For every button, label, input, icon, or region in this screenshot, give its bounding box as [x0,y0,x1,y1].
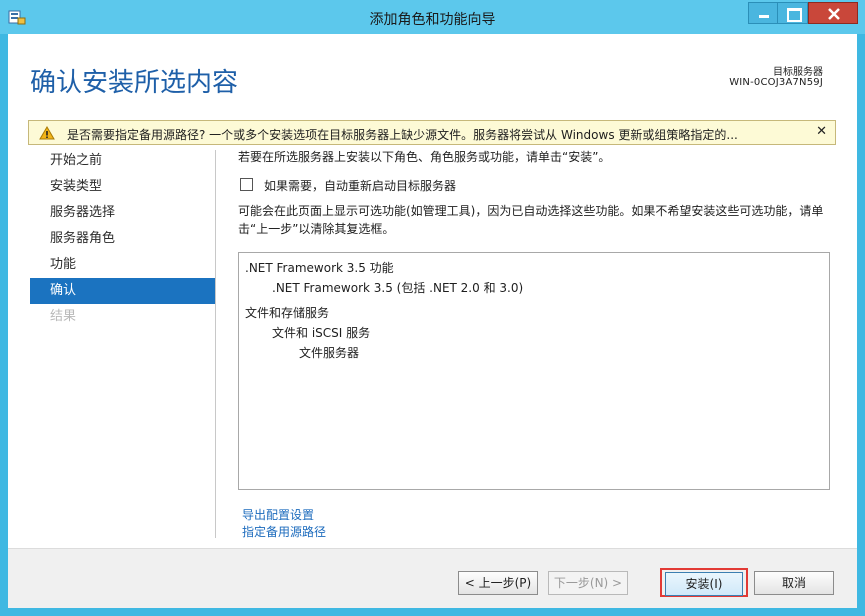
nav-item-results: 结果 [50,309,77,324]
install-button[interactable]: 安装(I) [665,572,743,596]
minimize-button[interactable] [748,2,778,24]
wizard-footer: < 上一步(P) 下一步(N) > 安装(I) 取消 [8,549,857,608]
nav-item-features[interactable]: 功能 [30,252,215,278]
close-icon [828,8,840,20]
intro-text: 若要在所选服务器上安装以下角色、角色服务或功能，请单击“安装”。 [238,150,611,164]
target-server-name: WIN-0COJ3A7N59J [729,77,823,88]
wizard-client-area: 确认安装所选内容 目标服务器 WIN-0COJ3A7N59J 是否需要指定备用源… [8,34,857,608]
restart-checkbox-label[interactable]: 如果需要，自动重新启动目标服务器 [264,177,456,194]
close-icon[interactable]: ✕ [816,124,827,139]
list-item: 文件和存储服务 [245,306,330,320]
export-config-link[interactable]: 导出配置设置 [242,506,314,523]
target-server-label: 目标服务器 [773,67,823,78]
maximize-button[interactable] [778,2,808,24]
cancel-button[interactable]: 取消 [754,571,834,595]
restart-checkbox[interactable] [240,178,253,191]
list-item: .NET Framework 3.5 (包括 .NET 2.0 和 3.0) [272,281,524,295]
title-bar[interactable]: 添加角色和功能向导 [0,0,865,34]
install-highlight: 安装(I) [660,568,748,597]
window-title: 添加角色和功能向导 [369,12,496,28]
nav-item-server-selection[interactable]: 服务器选择 [30,200,215,226]
page-title: 确认安装所选内容 [30,68,239,98]
alternate-source-link[interactable]: 指定备用源路径 [242,523,326,540]
list-item: .NET Framework 3.5 功能 [245,261,394,275]
previous-button[interactable]: < 上一步(P) [458,571,538,595]
wizard-nav: 开始之前 安装类型 服务器选择 服务器角色 功能 确认 结果 [30,148,215,330]
close-button[interactable] [808,2,858,24]
nav-item-before-you-begin[interactable]: 开始之前 [30,148,215,174]
selected-features-list[interactable]: .NET Framework 3.5 功能 .NET Framework 3.5… [238,252,830,490]
warning-icon [39,126,55,143]
list-item: 文件和 iSCSI 服务 [272,326,371,340]
nav-item-server-roles[interactable]: 服务器角色 [30,226,215,252]
nav-item-confirmation[interactable]: 确认 [30,278,215,304]
warning-text: 是否需要指定备用源路径? 一个或多个安装选项在目标服务器上缺少源文件。服务器将尝… [67,128,738,142]
nav-item-installation-type[interactable]: 安装类型 [30,174,215,200]
nav-divider [215,150,216,538]
wizard-window: 添加角色和功能向导 确认安装所选内容 目标服务器 WIN-0COJ3A7N59J… [0,0,865,616]
optional-features-notice: 可能会在此页面上显示可选功能(如管理工具)，因为已自动选择这些功能。如果不希望安… [238,204,824,236]
warning-banner[interactable]: 是否需要指定备用源路径? 一个或多个安装选项在目标服务器上缺少源文件。服务器将尝… [28,120,836,145]
next-button: 下一步(N) > [548,571,628,595]
list-item: 文件服务器 [299,346,360,360]
